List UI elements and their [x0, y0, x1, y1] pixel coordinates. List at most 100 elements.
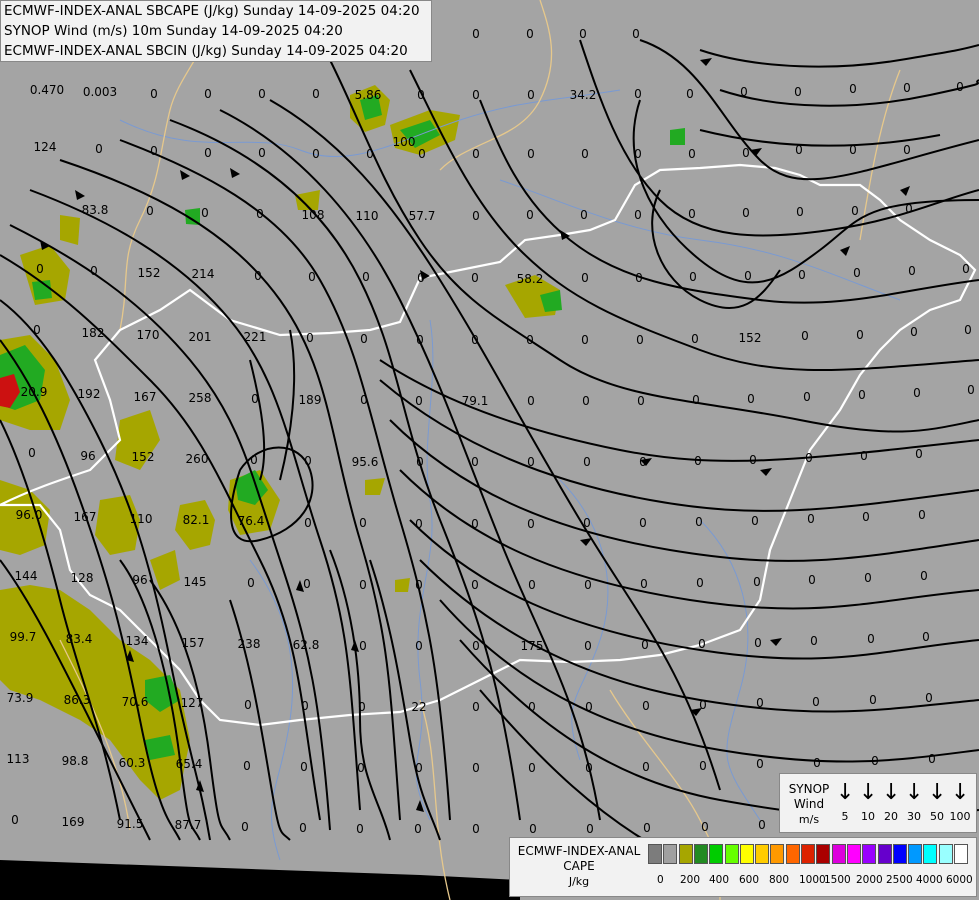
cape-color-swatch — [678, 844, 693, 864]
map-value-label: 0 — [803, 390, 811, 404]
map-value-label: 152 — [739, 331, 762, 345]
map-value-label: 0 — [925, 691, 933, 705]
map-value-label: 0 — [204, 146, 212, 160]
wind-legend: SYNOP Wind m/s ↓ ↓ ↓ ↓ ↓ ↓ 5 10 20 30 50… — [779, 773, 977, 833]
map-value-label: 57.7 — [409, 209, 436, 223]
cape-legend-title-units: J/kg — [568, 875, 590, 888]
wind-arrow-icon: ↓ — [859, 780, 878, 805]
map-value-label: 95.6 — [352, 455, 379, 469]
wind-arrow-icon: ↓ — [882, 780, 901, 805]
map-value-label: 0 — [526, 27, 534, 41]
map-value-label: 0 — [527, 394, 535, 408]
map-value-label: 0 — [357, 761, 365, 775]
cape-scale-value: 4000 — [916, 874, 943, 886]
map-value-label: 169 — [62, 815, 85, 829]
map-value-label: 0 — [922, 630, 930, 644]
map-value-label: 0 — [810, 634, 818, 648]
map-value-label: 0 — [869, 693, 877, 707]
map-value-label: 86.3 — [64, 693, 91, 707]
map-value-label: 0 — [920, 569, 928, 583]
map-value-label: 0 — [794, 85, 802, 99]
map-value-label: 0 — [526, 208, 534, 222]
header-line-wind: SYNOP Wind (m/s) 10m Sunday 14-09-2025 0… — [4, 23, 343, 39]
map-value-label: 0 — [362, 270, 370, 284]
map-value-label: 0 — [905, 202, 913, 216]
map-value-label: 0 — [251, 392, 259, 406]
map-value-label: 0 — [805, 451, 813, 465]
map-value-label: 0 — [903, 81, 911, 95]
map-value-label: 0 — [528, 700, 536, 714]
cape-color-swatch — [770, 844, 785, 864]
wind-speed-label: 100 — [949, 810, 971, 823]
cape-scale-value: 200 — [680, 874, 701, 886]
map-value-label: 0 — [853, 266, 861, 280]
map-value-label: 0 — [928, 752, 936, 766]
map-value-label: 0 — [583, 516, 591, 530]
map-value-label: 65.4 — [176, 757, 203, 771]
map-value-label: 0 — [634, 87, 642, 101]
cape-color-swatch — [831, 844, 846, 864]
map-value-label: 167 — [74, 510, 97, 524]
map-value-label: 0 — [528, 578, 536, 592]
map-value-label: 0 — [795, 143, 803, 157]
map-value-label: 0 — [642, 760, 650, 774]
map-value-label: 0 — [754, 636, 762, 650]
map-value-label: 0 — [808, 573, 816, 587]
map-value-label: 96 — [80, 449, 95, 463]
map-value-label: 0 — [812, 695, 820, 709]
map-value-label: 5.86 — [355, 88, 382, 102]
map-value-label: 0 — [256, 207, 264, 221]
map-value-label: 0 — [908, 264, 916, 278]
map-value-label: 96.0 — [16, 508, 43, 522]
map-value-label: 0 — [366, 147, 374, 161]
map-value-label: 157 — [182, 636, 205, 650]
map-value-label: 0 — [635, 271, 643, 285]
wind-legend-title-wind: Wind — [793, 797, 825, 811]
wind-legend-title: SYNOP Wind m/s — [784, 782, 834, 827]
cape-scale-value: 1000 — [799, 874, 826, 886]
map-value-label: 0 — [849, 82, 857, 96]
map-value-label: 0 — [360, 332, 368, 346]
map-value-label: 182 — [82, 326, 105, 340]
wind-arrow-icon: ↓ — [836, 780, 855, 805]
map-value-label: 0 — [751, 514, 759, 528]
map-value-label: 0 — [798, 268, 806, 282]
map-value-label: 0 — [632, 27, 640, 41]
map-value-label: 0 — [701, 820, 709, 834]
map-value-label: 83.8 — [82, 203, 109, 217]
map-value-label: 0 — [33, 323, 41, 337]
map-value-label: 108 — [302, 208, 325, 222]
map-value-label: 0 — [867, 632, 875, 646]
map-value-label: 0 — [415, 394, 423, 408]
cape-color-swatch — [648, 844, 662, 864]
cape-color-swatch — [816, 844, 831, 864]
map-value-label: 70.6 — [122, 695, 149, 709]
map-value-label: 258 — [189, 391, 212, 405]
map-value-label: 0 — [579, 27, 587, 41]
map-value-label: 0 — [582, 394, 590, 408]
map-value-label: 0 — [637, 394, 645, 408]
map-value-label: 62.8 — [293, 638, 320, 652]
map-value-label: 0 — [471, 517, 479, 531]
map-value-label: 0 — [807, 512, 815, 526]
cape-color-swatch — [877, 844, 892, 864]
map-value-label: 0 — [201, 206, 209, 220]
map-value-label: 238 — [238, 637, 261, 651]
map-value-label: 0 — [95, 142, 103, 156]
map-value-label: 0 — [415, 639, 423, 653]
map-value-label: 82.1 — [183, 513, 210, 527]
map-value-label: 0 — [247, 576, 255, 590]
map-value-label: 0 — [471, 455, 479, 469]
map-value-label: 0 — [643, 821, 651, 835]
map-value-label: 0 — [801, 329, 809, 343]
map-value-label: 0 — [639, 455, 647, 469]
map-value-label: 0 — [243, 759, 251, 773]
map-value-label: 0 — [150, 87, 158, 101]
wind-legend-title-synop: SYNOP — [788, 782, 830, 796]
map-value-label: 0 — [581, 271, 589, 285]
map-value-label: 214 — [192, 267, 215, 281]
map-value-label: 0 — [312, 87, 320, 101]
weather-map[interactable]: 0.470 0.003 0 0 0 0 5.86 0 0 0 34.2 0 0 0 0 0 0 0 0 0 0 0 0 0 12… — [0, 0, 979, 900]
map-value-label: 0 — [956, 80, 964, 94]
map-value-label: 0 — [756, 757, 764, 771]
